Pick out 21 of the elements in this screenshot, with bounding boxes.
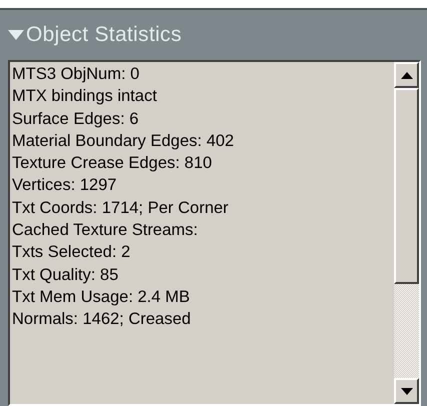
panel-header[interactable]: Object Statistics xyxy=(8,10,421,60)
collapse-triangle-icon xyxy=(8,30,24,40)
stat-line: MTX bindings intact xyxy=(12,86,158,108)
stat-line: Surface Edges: 6 xyxy=(12,108,140,130)
stat-line: Txt Quality: 85 xyxy=(12,264,120,286)
stat-line: Txt Mem Usage: 2.4 MB xyxy=(12,286,191,308)
stat-line: Material Boundary Edges: 402 xyxy=(12,130,235,152)
stat-line: Vertices: 1297 xyxy=(12,175,118,196)
stat-line: MTS3 ObjNum: 0 xyxy=(12,64,140,85)
scroll-up-button[interactable] xyxy=(394,62,419,88)
scrollbar[interactable] xyxy=(394,62,419,404)
stat-line: Txts Selected: 2 xyxy=(12,242,132,264)
scroll-down-button[interactable] xyxy=(394,378,419,404)
stat-line: Txt Coords: 1714; Per Corner xyxy=(12,198,230,219)
down-arrow-icon xyxy=(400,388,412,394)
stat-line: Normals: 1462; Creased xyxy=(12,309,192,330)
stat-line: Texture Crease Edges: 810 xyxy=(12,153,213,174)
stat-line: Cached Texture Streams: xyxy=(12,220,199,242)
up-arrow-icon xyxy=(400,72,412,78)
scroll-thumb[interactable] xyxy=(394,88,419,284)
panel-title: Object Statistics xyxy=(26,23,182,47)
